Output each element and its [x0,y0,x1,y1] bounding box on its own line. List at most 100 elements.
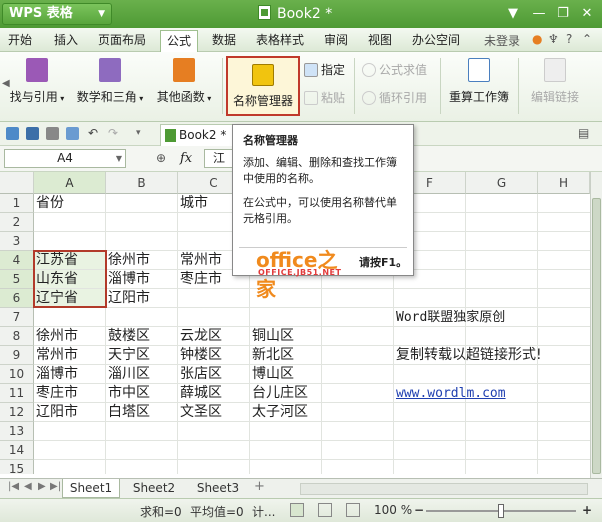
document-tab-book2[interactable]: Book2 * [160,124,240,146]
menu-data[interactable]: 数据 [212,31,236,49]
add-sheet-icon[interactable]: + [254,479,265,494]
horizontal-scrollbar[interactable] [300,483,588,495]
cell-b6[interactable]: 辽阳市 [106,289,150,308]
cell-d9[interactable]: 新北区 [250,346,294,365]
cell-c4[interactable]: 常州市 [178,251,222,270]
zoom-level[interactable]: 100 % [374,503,412,517]
cell-c5[interactable]: 枣庄市 [178,270,222,289]
zoom-slider-thumb[interactable] [498,504,504,518]
cell-b8[interactable]: 鼓楼区 [106,327,150,346]
wps-app-menu-button[interactable]: WPS 表格 ▼ [2,3,112,25]
row-header-10[interactable]: 10 [0,365,34,384]
page-break-view-icon[interactable] [346,503,360,517]
formula-evaluate-button[interactable]: 公式求值 [362,60,427,80]
formula-input[interactable]: 江 [204,149,234,168]
collapse-ribbon-icon[interactable]: ⌃ [582,32,592,46]
recalculate-workbook-button[interactable]: 重算工作簿 [446,58,512,105]
cell-a12[interactable]: 辽阳市 [34,403,78,422]
row-header-11[interactable]: 11 [0,384,34,403]
login-link[interactable]: 未登录 [484,32,520,49]
undo-icon[interactable]: ↶ [88,127,101,140]
column-header-h[interactable]: H [538,172,590,194]
fx-icon[interactable]: fx [180,151,192,166]
cell-a10[interactable]: 淄博市 [34,365,78,384]
menu-formulas[interactable]: 公式 [160,30,199,52]
sheet-tab-sheet2[interactable]: Sheet2 [124,479,184,498]
menu-insert[interactable]: 插入 [54,31,78,49]
print-preview-icon[interactable] [66,127,79,140]
last-sheet-icon[interactable]: ▶| [50,481,61,492]
redo-icon[interactable]: ↷ [108,127,121,140]
help-icon[interactable]: ? [566,32,572,46]
row-header-4[interactable]: 4 [0,251,34,270]
row-header-13[interactable]: 13 [0,422,34,441]
next-sheet-icon[interactable]: ▶ [38,481,46,492]
cell-c12[interactable]: 文圣区 [178,403,222,422]
row-header-14[interactable]: 14 [0,441,34,460]
cell-f7[interactable]: Word联盟独家原创 [394,308,505,327]
cell-b4[interactable]: 徐州市 [106,251,150,270]
cell-a11[interactable]: 枣庄市 [34,384,78,403]
cell-d10[interactable]: 博山区 [250,365,294,384]
sheet-tab-sheet3[interactable]: Sheet3 [188,479,248,498]
column-header-b[interactable]: B [106,172,178,194]
save-icon[interactable] [26,127,39,140]
cell-d12[interactable]: 太子河区 [250,403,308,422]
row-header-7[interactable]: 7 [0,308,34,327]
circular-reference-button[interactable]: 循环引用 [362,88,427,108]
other-functions-button[interactable]: 其他函数 ▾ [152,58,216,105]
cell-a9[interactable]: 常州市 [34,346,78,365]
search-icon[interactable]: ⊕ [156,151,166,165]
cell-b10[interactable]: 淄川区 [106,365,150,384]
first-sheet-icon[interactable]: |◀ [8,481,19,492]
cell-c10[interactable]: 张店区 [178,365,222,384]
select-all-corner[interactable] [0,172,34,194]
zoom-out-icon[interactable]: − [414,503,424,517]
column-header-a[interactable]: A [34,172,106,194]
vertical-scrollbar[interactable] [590,172,602,478]
sheet-tab-sheet1[interactable]: Sheet1 [62,479,120,498]
menu-page-layout[interactable]: 页面布局 [98,31,146,49]
menu-home[interactable]: 开始 [8,31,32,49]
row-header-6[interactable]: 6 [0,289,34,308]
cell-b11[interactable]: 市中区 [106,384,150,403]
page-layout-view-icon[interactable] [318,503,332,517]
row-header-8[interactable]: 8 [0,327,34,346]
row-header-5[interactable]: 5 [0,270,34,289]
column-header-g[interactable]: G [466,172,538,194]
new-file-icon[interactable] [6,127,19,140]
cell-b12[interactable]: 白塔区 [106,403,150,422]
vertical-scroll-thumb[interactable] [592,198,601,474]
zoom-in-icon[interactable]: + [582,503,592,517]
cell-c9[interactable]: 钟楼区 [178,346,222,365]
row-header-12[interactable]: 12 [0,403,34,422]
minimize-button[interactable]: — [526,4,552,24]
shirt-icon[interactable]: ♆ [548,32,559,46]
edit-links-button[interactable]: 编辑链接 [524,58,586,105]
normal-view-icon[interactable] [290,503,304,517]
cell-c11[interactable]: 薛城区 [178,384,222,403]
customize-toolbar-icon[interactable]: ▾ [136,127,149,140]
tab-list-icon[interactable]: ▤ [578,127,591,140]
name-manager-button[interactable]: 名称管理器 [226,56,300,116]
lookup-reference-button[interactable]: 找与引用 ▾ [6,58,68,105]
cell-f9[interactable]: 复制转载以超链接形式! [394,346,542,365]
close-button[interactable]: ✕ [574,4,600,24]
cell-c1[interactable]: 城市 [178,194,208,213]
cell-b9[interactable]: 天宁区 [106,346,150,365]
specify-button[interactable]: 指定 [304,60,345,80]
menu-table-style[interactable]: 表格样式 [256,31,304,49]
cell-b5[interactable]: 淄博市 [106,270,150,289]
prev-sheet-icon[interactable]: ◀ [24,481,32,492]
chevron-down-icon[interactable]: ▼ [116,150,122,167]
menu-review[interactable]: 审阅 [324,31,348,49]
cell-d8[interactable]: 铜山区 [250,327,294,346]
row-header-1[interactable]: 1 [0,194,34,213]
row-header-3[interactable]: 3 [0,232,34,251]
row-header-15[interactable]: 15 [0,460,34,474]
math-trig-button[interactable]: 数学和三角 ▾ [72,58,148,105]
row-header-9[interactable]: 9 [0,346,34,365]
cell-d11[interactable]: 台儿庄区 [250,384,308,403]
skin-icon[interactable]: ▼ [500,4,526,24]
cloud-icon[interactable]: ● [532,32,542,46]
